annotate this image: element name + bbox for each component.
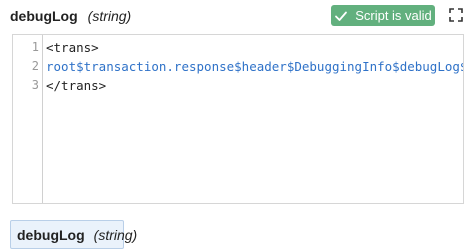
code-content[interactable]: <trans> root$transaction.response$header… [46,38,463,95]
expand-icon[interactable] [449,8,463,22]
field-header: debugLog (string) [10,4,131,28]
code-editor[interactable]: 1 2 3 <trans> root$transaction.response$… [12,34,464,204]
code-line[interactable]: <trans> [46,38,463,57]
field-name: debugLog [10,8,78,24]
script-valid-label: Script is valid [355,8,432,23]
script-valid-badge: Script is valid [331,5,435,26]
field-type: (string) [87,8,132,24]
line-number: 2 [31,59,39,73]
script-editor-panel: debugLog (string) Script is valid 1 2 3 … [0,0,474,252]
code-line-variable[interactable]: root$transaction.response$header$Debuggi… [46,57,463,76]
field-tag[interactable]: debugLog (string) [10,220,137,249]
code-line[interactable]: </trans> [46,76,463,95]
line-number: 3 [31,78,39,92]
field-tag-name: debugLog [17,226,85,243]
line-number: 1 [31,40,39,54]
line-number-gutter: 1 2 3 [13,35,43,203]
check-icon [335,11,348,21]
field-tag-type: (string) [93,226,138,243]
